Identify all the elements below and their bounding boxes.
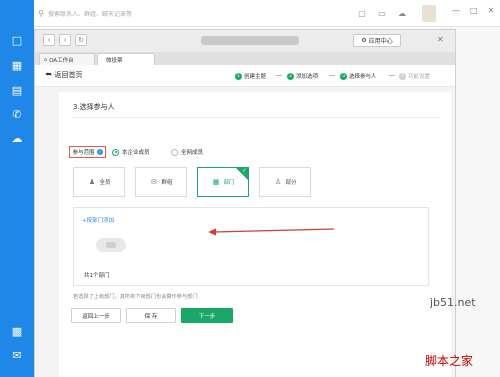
return-arrow-icon: ⮪ [45, 70, 52, 79]
member-type-group[interactable]: ✉ 群组 [135, 167, 187, 197]
home-icon: ⌂ [44, 56, 48, 63]
next-step-button[interactable]: 下一步 [181, 308, 233, 323]
screenshot-icon[interactable]: ▢ [356, 7, 368, 19]
department-chip[interactable] [96, 238, 126, 252]
annotation-arrow [208, 228, 335, 236]
chat-icon[interactable]: □ [9, 32, 25, 48]
page-content: ⮪ 返回首页 1 创建主题 2 添加选项 3 选择参与人 4 功能设置 3.选择… [35, 65, 455, 377]
avatar[interactable] [422, 5, 436, 22]
scope-radio-network[interactable]: 全网成员 [171, 148, 203, 156]
maximize-icon[interactable]: □ [470, 6, 478, 15]
tab-vote[interactable]: 微投票 [97, 53, 155, 65]
users-icon: ♟ [88, 178, 96, 186]
prev-step-button[interactable]: 返回上一步 [71, 308, 121, 323]
close-window-icon[interactable]: ✕ [488, 6, 495, 15]
app-center-button[interactable]: ⚙ 应用中心 [353, 34, 401, 47]
department-icon: ▦ [212, 178, 220, 186]
forward-nav-icon[interactable]: › [59, 34, 71, 46]
search-input[interactable]: 搜索联系人、群组、聊天记录等 [48, 9, 132, 18]
radio-dot [171, 148, 178, 156]
global-search[interactable]: ⚲ 搜索联系人、群组、聊天记录等 [34, 5, 234, 21]
scope-label: 参与范围 ? [69, 146, 106, 158]
app-window: □ ▦ ▤ ✆ ☁ ▩ ✉ ⚲ 搜索联系人、群组、聊天记录等 ▢ ▭ ☁ — □… [0, 0, 500, 377]
step-connector [276, 75, 282, 76]
check-icon: ✓ [241, 167, 247, 174]
scope-radio-enterprise[interactable]: 本企业成员 [112, 148, 150, 156]
hint-text: 若选择了上级部门，其所有下级部门也会算作参与部门 [73, 294, 198, 300]
help-icon[interactable]: ? [96, 149, 103, 155]
person-icon: ♙ [274, 178, 282, 186]
contacts-icon[interactable]: ▤ [9, 82, 25, 98]
step-connector [389, 75, 395, 76]
save-button[interactable]: 保 存 [126, 308, 176, 323]
browser-nav: ‹ › ↻ ⚙ 应用中心 ✕ [35, 30, 455, 52]
tab-bar: ⌂ OA工作台 微投票 [35, 52, 455, 65]
member-type-all[interactable]: ♟ 全员 [73, 167, 125, 197]
minimize-icon[interactable]: — [452, 6, 460, 15]
back-nav-icon[interactable]: ‹ [43, 34, 55, 46]
cloud-upload-icon[interactable]: ☁ [396, 7, 408, 19]
window-controls: — □ ✕ [452, 6, 494, 15]
member-type-partial[interactable]: ♙ 部分 [259, 167, 311, 197]
add-department-link[interactable]: +按部门添加 [82, 216, 114, 224]
top-bar: ⚲ 搜索联系人、群组、聊天记录等 ▢ ▭ ☁ — □ ✕ [34, 0, 500, 27]
radio-dot [112, 148, 119, 156]
department-panel: +按部门添加 共1个部门 [73, 207, 429, 286]
tab-oa-workbench[interactable]: ⌂ OA工作台 [39, 53, 95, 65]
back-home-link[interactable]: ⮪ 返回首页 [45, 70, 83, 80]
phone-icon[interactable]: ✆ [9, 106, 25, 122]
mail-icon[interactable]: ✉ [9, 347, 25, 363]
gear-icon: ⚙ [361, 37, 367, 44]
cloud-icon[interactable]: ☁ [9, 130, 25, 146]
section-title: 3.选择参与人 [73, 103, 115, 111]
step-1: 1 创建主题 [235, 72, 266, 80]
close-browser-icon[interactable]: ✕ [437, 35, 444, 44]
screen-share-icon[interactable]: ▭ [376, 7, 388, 19]
embedded-browser: ‹ › ↻ ⚙ 应用中心 ✕ ⌂ OA工作台 微投票 ⮪ 返回首页 1 创建主题… [34, 29, 456, 377]
step-connector [329, 75, 335, 76]
wizard-header: ⮪ 返回首页 1 创建主题 2 添加选项 3 选择参与人 4 功能设置 [35, 65, 455, 87]
left-sidebar: □ ▦ ▤ ✆ ☁ ▩ ✉ [0, 0, 34, 377]
group-chat-icon: ✉ [151, 178, 157, 186]
divider [71, 117, 441, 118]
watermark-site: jb51.net [430, 296, 476, 309]
search-icon: ⚲ [38, 8, 44, 18]
page-url [201, 36, 299, 45]
workbench-icon[interactable]: ▦ [9, 57, 25, 73]
watermark-brand: 脚本之家 [425, 354, 474, 368]
department-count: 共1个部门 [84, 273, 110, 279]
step-3: 3 选择参与人 [340, 72, 377, 80]
apps-grid-icon[interactable]: ▩ [9, 323, 25, 339]
refresh-icon[interactable]: ↻ [75, 34, 87, 46]
member-type-department[interactable]: ▦ 部门 ✓ [197, 167, 249, 197]
department-name-redacted [106, 242, 116, 248]
step-2: 2 添加选项 [287, 72, 318, 80]
step-4: 4 功能设置 [399, 72, 430, 80]
